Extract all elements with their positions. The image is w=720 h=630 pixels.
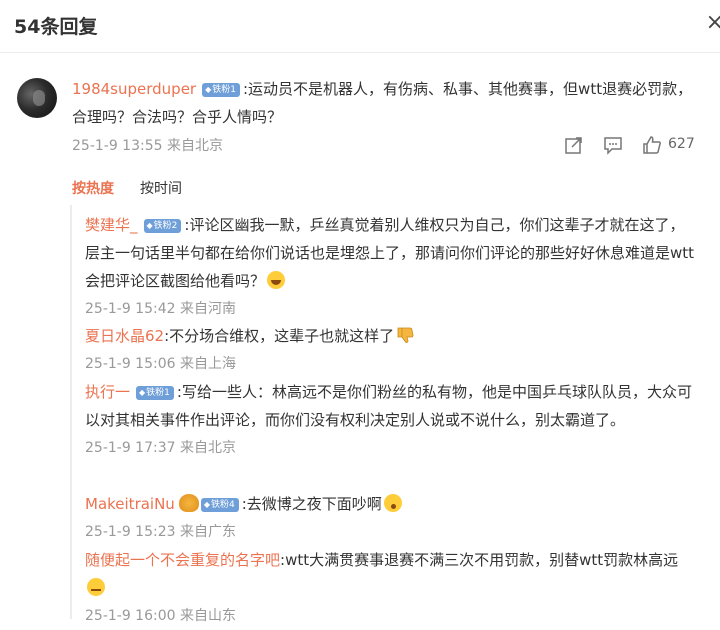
reply-meta: 25-1-9 17:37 来自北京	[85, 440, 236, 456]
reply-item: 执行一 ◆铁粉1:写给一些人：林高远不是你们粉丝的私有物，他是中国乒乓球队队员，大…	[85, 378, 697, 462]
like-icon[interactable]	[642, 135, 662, 155]
fan-badge[interactable]: ◆铁粉1	[202, 83, 240, 97]
reply-meta: 25-1-9 15:06 来自上海	[85, 356, 236, 372]
surprised-emoji-icon	[383, 494, 402, 512]
smug-emoji-icon	[87, 578, 105, 596]
laugh-emoji-icon	[267, 271, 286, 289]
reply-item: 夏日水晶62:不分场合维权，这辈子也就这样了 25-1-9 15:06 来自上海	[85, 322, 697, 378]
comment-actions: 627	[560, 134, 700, 156]
reply-thread: 樊建华_ ◆铁粉2:评论区幽我一默，乒丝真觉着别人维权只为自己，你们这辈子才就在这…	[70, 205, 712, 624]
like-count: 627	[668, 136, 695, 152]
sort-by-time-tab[interactable]: 按时间	[140, 178, 182, 198]
reply-username[interactable]: 樊建华_	[85, 216, 138, 234]
fan-badge[interactable]: ◆铁粉1	[136, 386, 174, 400]
thumbs-down-icon	[397, 327, 414, 343]
reply-meta: 25-1-9 15:42 来自河南	[85, 301, 236, 317]
reply-text: :不分场合维权，这辈子也就这样了	[164, 327, 395, 345]
header: 54条回复 ×	[0, 0, 720, 53]
reply-text: :写给一些人：林高远不是你们粉丝的私有物，他是中国乒乓球队队员，大众可以对其相关…	[85, 383, 692, 429]
reply-meta: 25-1-9 16:00 来自山东	[85, 608, 236, 624]
sort-tabs: 按热度 按时间	[72, 178, 182, 198]
reply-text: :wtt大满贯赛事退赛不满三次不用罚款，别替wtt罚款林高远	[280, 551, 679, 569]
reply-username[interactable]: 执行一	[85, 383, 130, 401]
reply-meta: 25-1-9 15:23 来自广东	[85, 524, 236, 540]
reply-username[interactable]: 随便起一个不会重复的名字吧	[85, 551, 280, 569]
main-comment: 1984superduper ◆铁粉1:运动员不是机器人，有伤病、私事、其他赛事，…	[72, 75, 702, 131]
comment-username[interactable]: 1984superduper	[72, 80, 196, 98]
reply-item: 随便起一个不会重复的名字吧:wtt大满贯赛事退赛不满三次不用罚款，别替wtt罚款…	[85, 546, 697, 630]
badge-avatar-icon	[178, 494, 199, 512]
avatar[interactable]	[17, 78, 57, 118]
fan-badge[interactable]: ◆铁粉4	[200, 498, 239, 512]
reply-item: MakeitraiNu ◆铁粉4:去微博之夜下面吵啊 25-1-9 15:23 来…	[85, 490, 697, 546]
reply-item: 樊建华_ ◆铁粉2:评论区幽我一默，乒丝真觉着别人维权只为自己，你们这辈子才就在这…	[85, 211, 697, 323]
reply-username[interactable]: 夏日水晶62	[85, 327, 164, 345]
comment-location: 来自北京	[166, 138, 223, 154]
sort-by-hot-tab[interactable]: 按热度	[72, 181, 114, 197]
comment-icon[interactable]	[603, 135, 623, 155]
fan-badge[interactable]: ◆铁粉2	[143, 219, 182, 233]
page-title: 54条回复	[14, 16, 98, 38]
reply-text: :去微博之夜下面吵啊	[241, 495, 382, 513]
share-icon[interactable]	[564, 135, 584, 155]
comment-meta: 25-1-9 13:55 来自北京	[72, 135, 223, 155]
reply-username[interactable]: MakeitraiNu	[85, 495, 175, 513]
close-icon[interactable]: ×	[706, 10, 720, 35]
comment-time: 25-1-9 13:55	[72, 138, 163, 154]
